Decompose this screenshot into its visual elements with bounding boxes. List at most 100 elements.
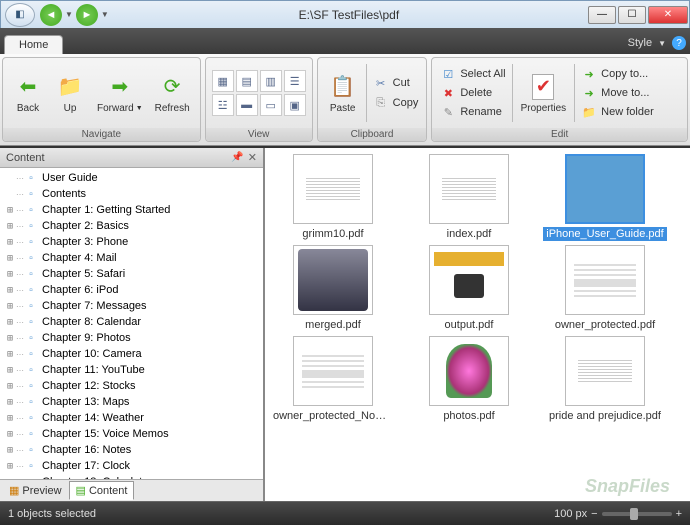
nav-back-button[interactable]: ◄ [40,4,62,26]
move-to-button[interactable]: ➜Move to... [577,84,658,102]
minimize-button[interactable]: — [588,6,616,24]
tree-item[interactable]: ⊞⋯▫Chapter 9: Photos [0,330,263,346]
properties-button[interactable]: ✔ Properties [515,71,573,116]
pin-icon[interactable]: 📌 [231,152,243,163]
tree-item[interactable]: ⋯▫User Guide [0,170,263,186]
app-menu-button[interactable]: ◧ [5,3,35,27]
file-item[interactable]: grimm10.pdf [269,154,397,241]
view-list[interactable]: ☰ [284,70,306,92]
tab-content[interactable]: ▤Content [69,481,135,500]
tree-item[interactable]: ⊞⋯▫Chapter 10: Camera [0,346,263,362]
expand-icon[interactable]: ⊞ [4,333,16,344]
zoom-control[interactable]: 100 px − + [554,508,682,520]
expand-icon[interactable]: ⊞ [4,445,16,456]
style-dropdown-icon[interactable]: ▼ [658,39,666,48]
expand-icon[interactable]: ⊞ [4,285,16,296]
tab-preview[interactable]: ▦Preview [2,481,69,500]
expand-icon[interactable]: ⊞ [4,221,16,232]
rename-button[interactable]: ✎Rename [436,103,509,121]
copy-to-button[interactable]: ➜Copy to... [577,65,658,83]
view-content[interactable]: ▭ [260,94,282,116]
group-edit: ☑Select All ✖Delete ✎Rename ✔ Properties… [431,57,688,142]
tree-item[interactable]: ⊞⋯▫Chapter 1: Getting Started [0,202,263,218]
file-item[interactable]: iPhone_User_Guide.pdf [541,154,669,241]
tree-item-label: Chapter 4: Mail [42,252,117,264]
tree-item[interactable]: ⊞⋯▫Chapter 14: Weather [0,410,263,426]
tree-item[interactable]: ⊞⋯▫Chapter 16: Notes [0,442,263,458]
expand-icon[interactable]: ⊞ [4,301,16,312]
page-icon: ▫ [24,284,38,296]
expand-icon[interactable]: ⊞ [4,461,16,472]
folder-up-icon: 📁 [56,73,84,101]
file-item[interactable]: owner_protected_NoRes... [269,336,397,423]
file-thumbnail [429,336,509,406]
back-history-dropdown[interactable]: ▼ [65,10,73,19]
expand-icon[interactable]: ⊞ [4,397,16,408]
zoom-out-icon[interactable]: − [591,508,597,520]
file-item[interactable]: index.pdf [405,154,533,241]
forward-history-dropdown[interactable]: ▼ [101,10,109,19]
tab-home[interactable]: Home [4,35,63,54]
help-button[interactable]: ? [672,36,686,50]
content-tree[interactable]: ⋯▫User Guide⋯▫Contents⊞⋯▫Chapter 1: Gett… [0,168,263,479]
tree-item[interactable]: ⊞⋯▫Chapter 13: Maps [0,394,263,410]
paste-button[interactable]: 📋 Paste [322,71,364,116]
file-item[interactable]: photos.pdf [405,336,533,423]
tree-item[interactable]: ⋯▫Contents [0,186,263,202]
maximize-button[interactable]: ☐ [618,6,646,24]
file-thumbnail [293,336,373,406]
tree-connector: ⋯ [16,446,24,455]
copy-button[interactable]: ⎘Copy [369,94,423,112]
view-details[interactable]: ☳ [212,94,234,116]
style-menu[interactable]: Style [628,37,652,49]
close-panel-icon[interactable]: ✕ [248,151,257,164]
tree-item[interactable]: ⊞⋯▫Chapter 11: YouTube [0,362,263,378]
forward-button[interactable]: ➡ Forward▼ [91,71,149,116]
refresh-button[interactable]: ⟳ Refresh [149,71,196,116]
up-button[interactable]: 📁 Up [49,71,91,116]
expand-icon[interactable]: ⊞ [4,237,16,248]
file-item[interactable]: merged.pdf [269,245,397,332]
file-item[interactable]: owner_protected.pdf [541,245,669,332]
tree-connector: ⋯ [16,382,24,391]
tree-item[interactable]: ⊞⋯▫Chapter 6: iPod [0,282,263,298]
nav-forward-button[interactable]: ► [76,4,98,26]
view-medium-icons[interactable]: ▤ [236,70,258,92]
expand-icon[interactable]: ⊞ [4,253,16,264]
expand-icon[interactable]: ⊞ [4,365,16,376]
expand-icon[interactable]: ⊞ [4,205,16,216]
expand-icon[interactable]: ⊞ [4,317,16,328]
new-folder-button[interactable]: 📁New folder [577,103,658,121]
tree-item[interactable]: ⊞⋯▫Chapter 5: Safari [0,266,263,282]
file-item[interactable]: output.pdf [405,245,533,332]
file-item[interactable]: pride and prejudice.pdf [541,336,669,423]
view-thumbnails[interactable]: ▣ [284,94,306,116]
tree-item[interactable]: ⊞⋯▫Chapter 7: Messages [0,298,263,314]
tree-item[interactable]: ⊞⋯▫Chapter 3: Phone [0,234,263,250]
expand-icon[interactable]: ⊞ [4,429,16,440]
view-tiles[interactable]: ▬ [236,94,258,116]
tree-item[interactable]: ⊞⋯▫Chapter 12: Stocks [0,378,263,394]
back-button[interactable]: ⬅ Back [7,71,49,116]
tree-item[interactable]: ⊞⋯▫Chapter 4: Mail [0,250,263,266]
delete-button[interactable]: ✖Delete [436,84,509,102]
tree-item[interactable]: ⊞⋯▫Chapter 2: Basics [0,218,263,234]
zoom-slider[interactable] [602,512,672,516]
view-small-icons[interactable]: ▥ [260,70,282,92]
zoom-in-icon[interactable]: + [676,508,682,520]
expand-icon[interactable]: ⊞ [4,269,16,280]
tree-item[interactable]: ⊞⋯▫Chapter 8: Calendar [0,314,263,330]
expand-icon[interactable]: ⊞ [4,349,16,360]
expand-icon[interactable]: ⊞ [4,413,16,424]
close-button[interactable]: ✕ [648,6,688,24]
tree-connector: ⋯ [16,286,24,295]
file-pane[interactable]: grimm10.pdfindex.pdfiPhone_User_Guide.pd… [265,148,690,501]
zoom-thumb[interactable] [630,508,638,520]
expand-icon[interactable]: ⊞ [4,381,16,392]
tree-item[interactable]: ⊞⋯▫Chapter 17: Clock [0,458,263,474]
cut-button[interactable]: ✂Cut [369,74,423,92]
page-icon: ▫ [24,332,38,344]
view-large-icons[interactable]: ▦ [212,70,234,92]
select-all-button[interactable]: ☑Select All [436,65,509,83]
tree-item[interactable]: ⊞⋯▫Chapter 15: Voice Memos [0,426,263,442]
